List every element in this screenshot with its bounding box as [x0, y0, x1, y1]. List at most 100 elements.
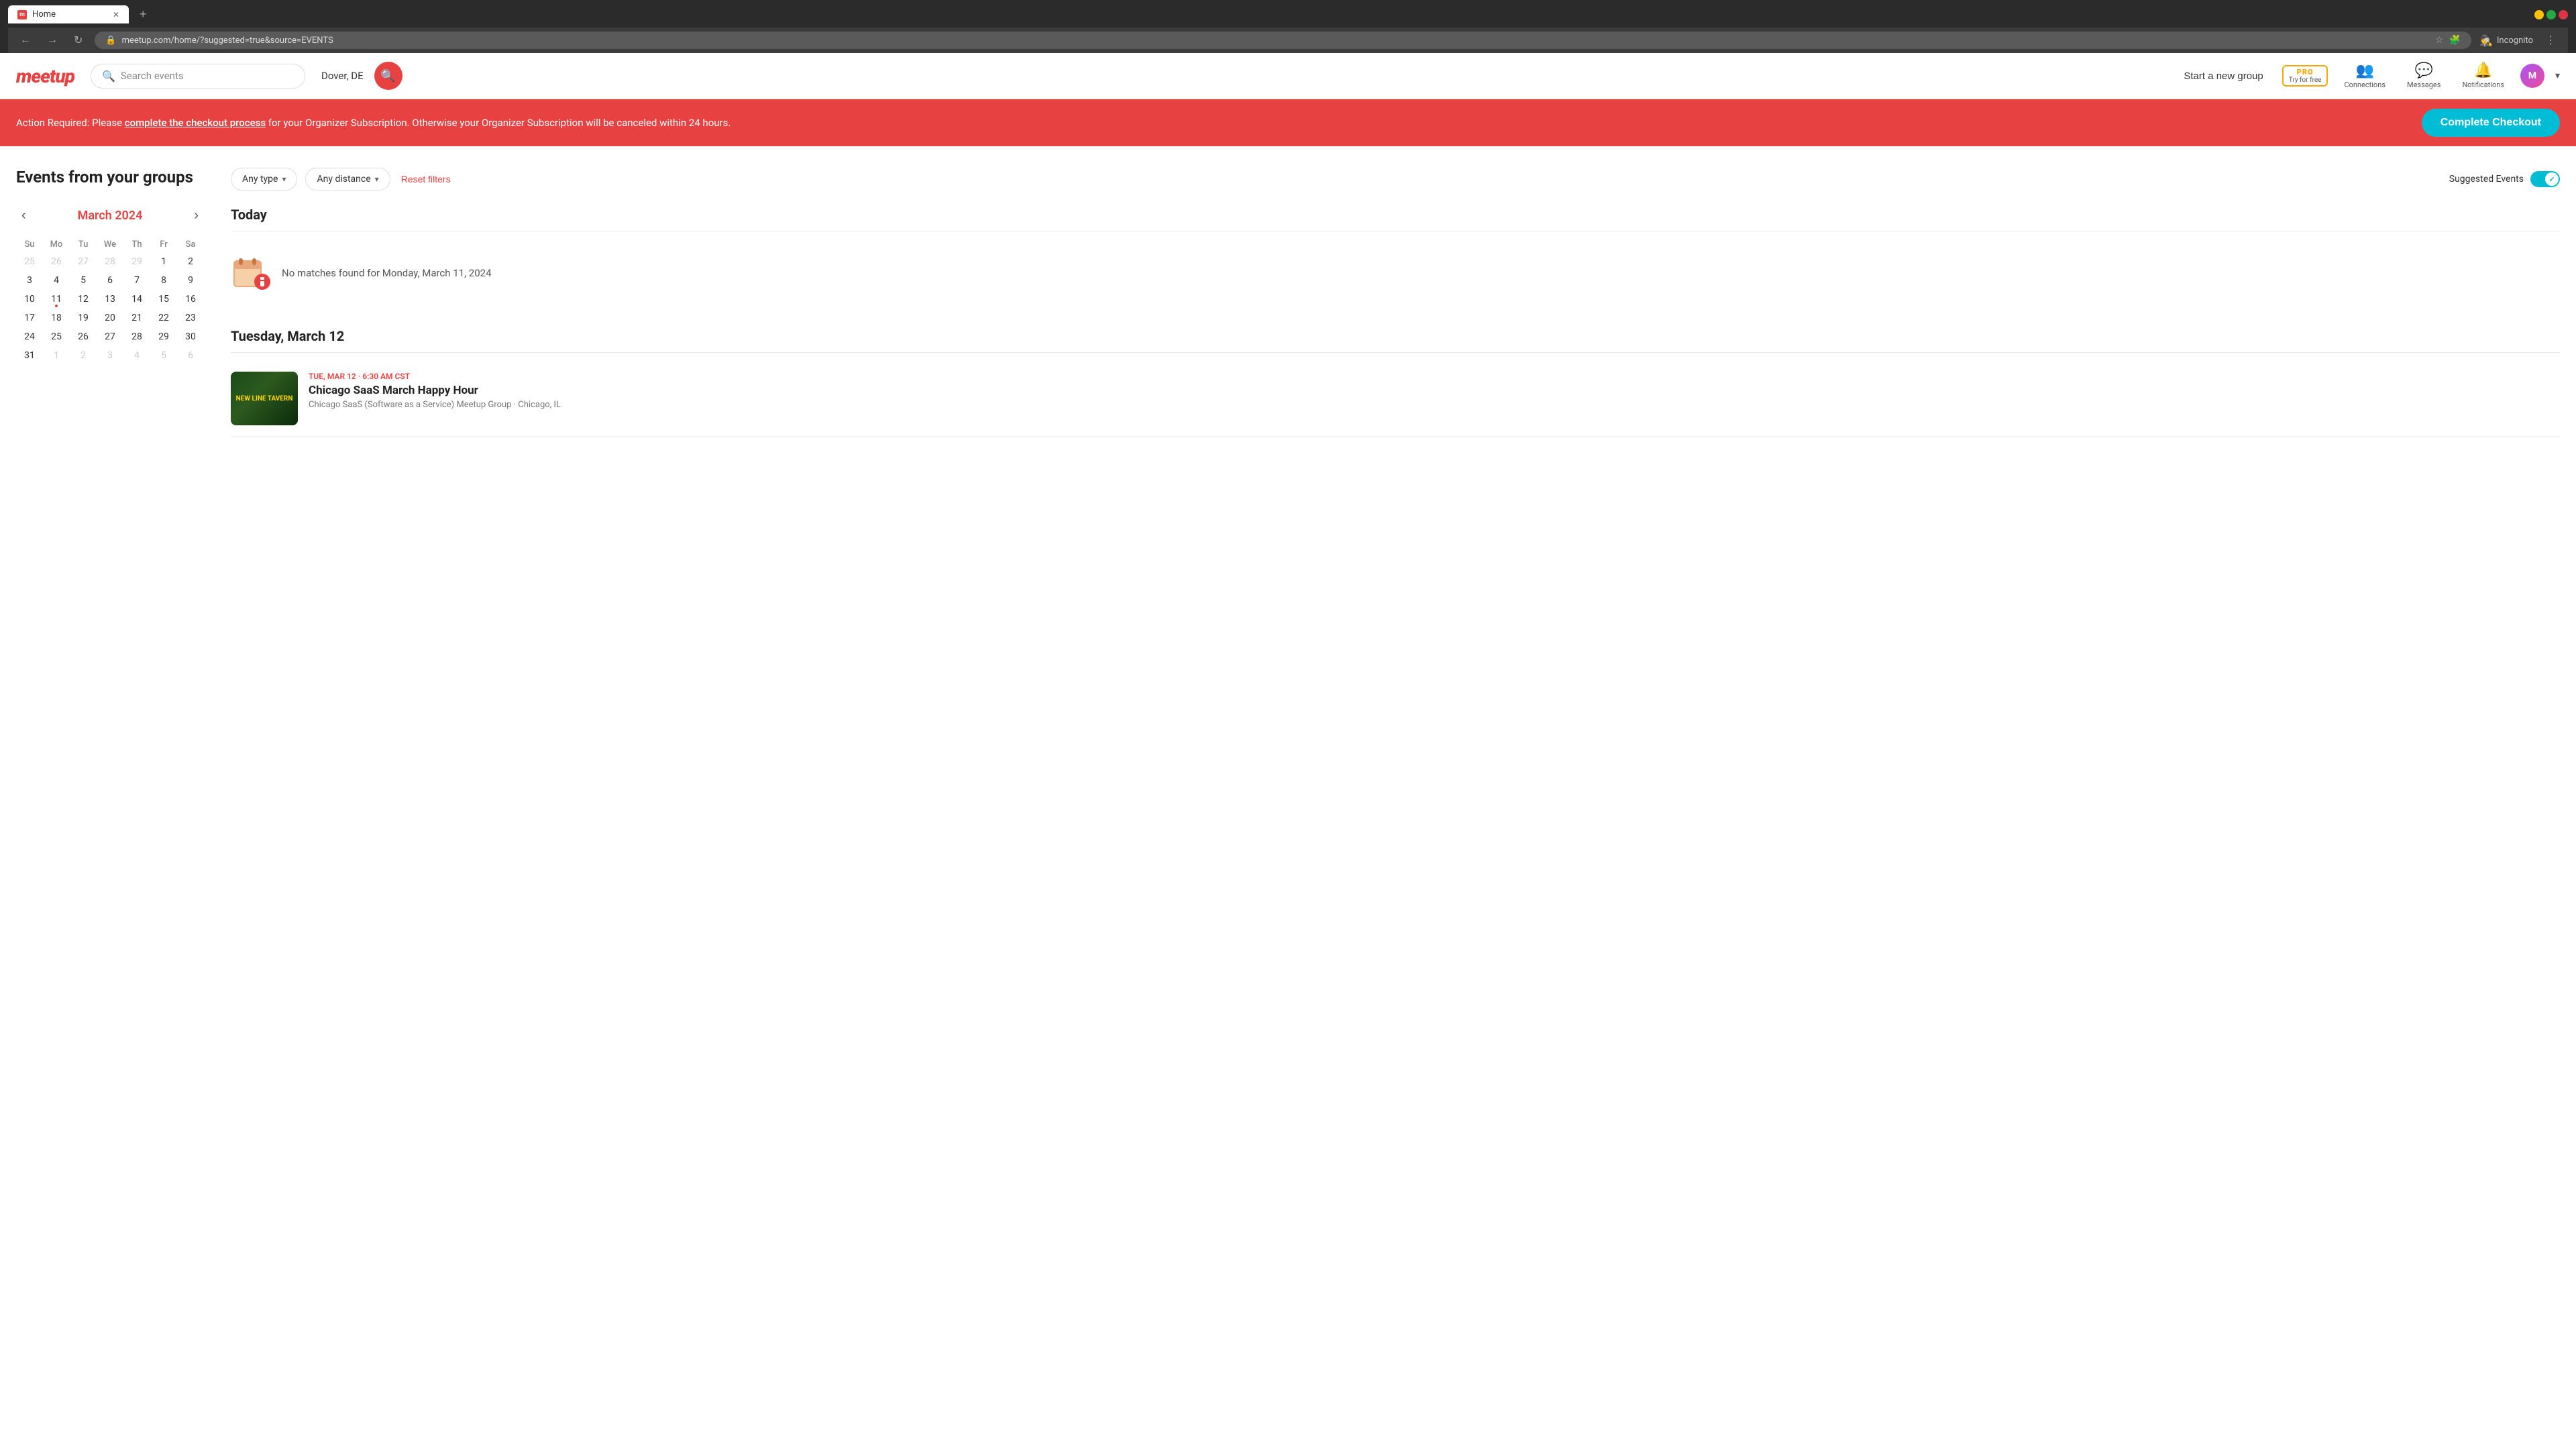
type-filter-chevron-icon: ▾	[282, 174, 286, 184]
calendar-day[interactable]: 25	[16, 252, 43, 271]
calendar-day[interactable]: 14	[123, 290, 150, 309]
calendar-day[interactable]: 7	[123, 271, 150, 290]
calendar-day[interactable]: 16	[177, 290, 204, 309]
lock-icon: 🔒	[105, 36, 116, 46]
distance-filter-dropdown[interactable]: Any distance ▾	[305, 168, 390, 191]
maximize-button[interactable]	[2546, 10, 2556, 19]
checkout-link[interactable]: complete the checkout process	[125, 117, 266, 129]
back-button[interactable]: ←	[16, 33, 35, 48]
suggested-events-toggle[interactable]: Suggested Events ✓	[2449, 171, 2560, 187]
connections-label: Connections	[2344, 80, 2385, 89]
calendar-day[interactable]: 10	[16, 290, 43, 309]
calendar-day[interactable]: 25	[43, 327, 70, 346]
calendar-day[interactable]: 15	[150, 290, 177, 309]
calendar-day[interactable]: 28	[123, 327, 150, 346]
reload-button[interactable]: ↻	[70, 32, 87, 48]
notifications-nav-item[interactable]: 🔔 Notifications	[2457, 60, 2510, 92]
minimize-button[interactable]	[2534, 10, 2544, 19]
reset-filters-button[interactable]: Reset filters	[398, 168, 453, 190]
search-bar[interactable]: 🔍 Search events	[91, 64, 305, 89]
calendar-day[interactable]: 27	[70, 252, 97, 271]
url-input[interactable]: 🔒 meetup.com/home/?suggested=true&source…	[95, 32, 2471, 49]
calendar-day[interactable]: 17	[16, 309, 43, 327]
avatar[interactable]: M	[2520, 64, 2544, 88]
calendar-day[interactable]: 28	[97, 252, 123, 271]
calendar-day[interactable]: 11	[43, 290, 70, 309]
calendar-day[interactable]: 31	[16, 346, 43, 365]
calendar-day[interactable]: 4	[123, 346, 150, 365]
notifications-icon: 🔔	[2474, 62, 2492, 79]
event-image-overlay: NEW LINE TAVERN	[231, 372, 298, 425]
toggle-check-icon: ✓	[2548, 175, 2555, 184]
calendar-prev-button[interactable]: ‹	[16, 205, 32, 226]
close-button[interactable]	[2559, 10, 2568, 19]
today-section: Today No matches found for Monday, March…	[231, 207, 2560, 307]
new-tab-button[interactable]: +	[134, 6, 152, 23]
profile-dropdown-icon[interactable]: ▾	[2555, 70, 2560, 81]
tab-close-button[interactable]: ✕	[113, 11, 119, 19]
calendar-day[interactable]: 1	[150, 252, 177, 271]
calendar-day[interactable]: 27	[97, 327, 123, 346]
calendar-weekday-row: Su Mo Tu We Th Fr Sa	[16, 237, 204, 252]
weekday-th: Th	[123, 237, 150, 252]
calendar-day[interactable]: 18	[43, 309, 70, 327]
complete-checkout-button[interactable]: Complete Checkout	[2422, 109, 2560, 137]
calendar-day[interactable]: 19	[70, 309, 97, 327]
calendar-week-row: 252627282912	[16, 252, 204, 271]
calendar-body: 2526272829123456789101112131415161718192…	[16, 252, 204, 365]
calendar-day[interactable]: 24	[16, 327, 43, 346]
messages-label: Messages	[2407, 80, 2440, 89]
calendar-day[interactable]: 8	[150, 271, 177, 290]
suggested-toggle-switch[interactable]: ✓	[2530, 171, 2560, 187]
calendar-day[interactable]: 26	[43, 252, 70, 271]
today-label: Today	[231, 207, 2560, 231]
tab-title: Home	[32, 9, 56, 19]
calendar-day[interactable]: 6	[97, 271, 123, 290]
main-content: Events from your groups ‹ March 2024 › S…	[0, 146, 2576, 480]
extensions-icon[interactable]: 🧩	[2449, 35, 2461, 46]
browser-tab[interactable]: m Home ✕	[8, 5, 129, 23]
calendar-day[interactable]: 20	[97, 309, 123, 327]
calendar-next-button[interactable]: ›	[189, 205, 204, 226]
calendar-day[interactable]: 9	[177, 271, 204, 290]
pro-badge[interactable]: PRO Try for free	[2282, 65, 2328, 87]
calendar-day[interactable]: 1	[43, 346, 70, 365]
type-filter-label: Any type	[242, 174, 278, 184]
event-card[interactable]: NEW LINE TAVERN TUE, MAR 12 · 6:30 AM CS…	[231, 361, 2560, 437]
calendar-day[interactable]: 4	[43, 271, 70, 290]
calendar-day[interactable]: 12	[70, 290, 97, 309]
calendar-day[interactable]: 2	[177, 252, 204, 271]
event-title[interactable]: Chicago SaaS March Happy Hour	[309, 384, 2560, 397]
connections-nav-item[interactable]: 👥 Connections	[2339, 60, 2390, 92]
distance-filter-label: Any distance	[317, 174, 370, 184]
messages-icon: 💬	[2415, 62, 2433, 79]
browser-titlebar: m Home ✕ +	[8, 5, 2568, 23]
calendar-day[interactable]: 23	[177, 309, 204, 327]
calendar-day[interactable]: 5	[150, 346, 177, 365]
calendar-day[interactable]: 26	[70, 327, 97, 346]
calendar-day[interactable]: 29	[123, 252, 150, 271]
pro-label: PRO	[2297, 68, 2314, 76]
notifications-label: Notifications	[2462, 80, 2504, 89]
calendar-day[interactable]: 6	[177, 346, 204, 365]
browser-menu-button[interactable]: ⋮	[2541, 32, 2560, 48]
type-filter-dropdown[interactable]: Any type ▾	[231, 168, 297, 191]
calendar-day[interactable]: 3	[97, 346, 123, 365]
search-button[interactable]: 🔍	[374, 62, 402, 90]
start-group-button[interactable]: Start a new group	[2176, 65, 2271, 87]
calendar-day[interactable]: 22	[150, 309, 177, 327]
calendar-day[interactable]: 21	[123, 309, 150, 327]
bookmark-icon[interactable]: ☆	[2435, 35, 2444, 46]
search-icon: 🔍	[102, 70, 115, 83]
meetup-logo[interactable]: meetup	[16, 65, 74, 87]
calendar-day[interactable]: 3	[16, 271, 43, 290]
calendar-day[interactable]: 13	[97, 290, 123, 309]
location-text[interactable]: Dover, DE	[321, 70, 364, 82]
calendar-day[interactable]: 5	[70, 271, 97, 290]
calendar-day[interactable]: 30	[177, 327, 204, 346]
forward-button[interactable]: →	[43, 33, 62, 48]
messages-nav-item[interactable]: 💬 Messages	[2402, 60, 2446, 92]
weekday-su: Su	[16, 237, 43, 252]
calendar-day[interactable]: 2	[70, 346, 97, 365]
calendar-day[interactable]: 29	[150, 327, 177, 346]
